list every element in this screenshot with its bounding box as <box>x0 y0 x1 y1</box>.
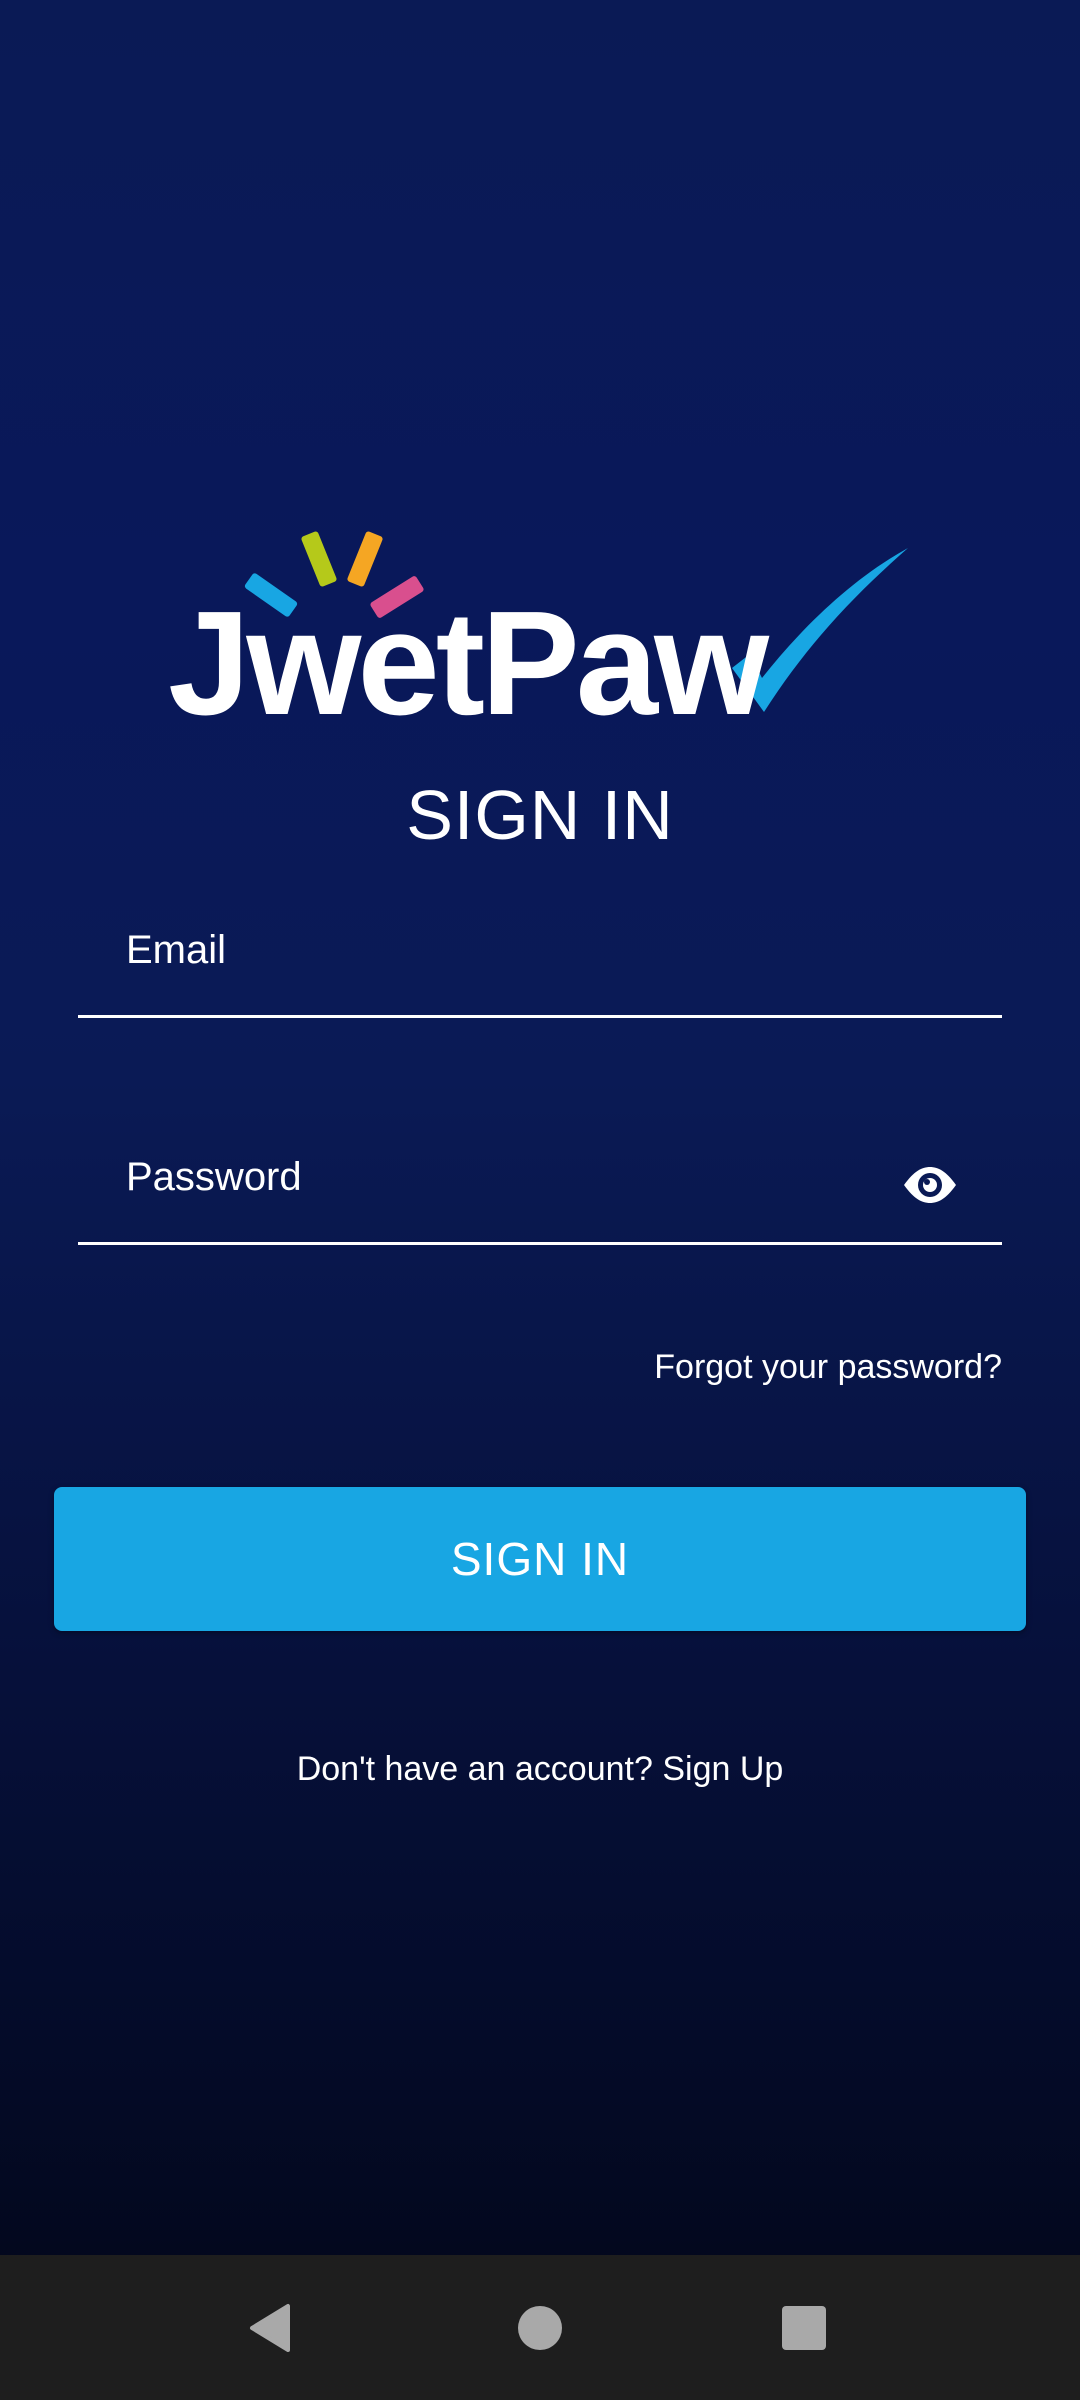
sign-in-screen: JwetPaw SIGN IN Email Password Forgot yo… <box>0 0 1080 2255</box>
eye-icon[interactable] <box>902 1157 958 1213</box>
sign-in-button[interactable]: SIGN IN <box>54 1487 1026 1631</box>
password-placeholder: Password <box>126 1155 302 1199</box>
nav-home-button[interactable] <box>480 2255 600 2400</box>
home-circle-icon <box>518 2305 562 2350</box>
password-field[interactable]: Password <box>78 1135 1002 1245</box>
system-navigation-bar <box>0 2255 1080 2400</box>
logo-wordmark: JwetPaw <box>168 581 769 746</box>
nav-back-button[interactable] <box>212 2255 332 2400</box>
forgot-password-link[interactable]: Forgot your password? <box>654 1348 1002 1387</box>
email-field[interactable]: Email <box>78 908 1002 1018</box>
recent-square-icon <box>782 2305 826 2350</box>
nav-recent-apps-button[interactable] <box>744 2255 864 2400</box>
sign-up-link[interactable]: Don't have an account? Sign Up <box>0 1750 1080 1789</box>
back-triangle-icon <box>250 2303 290 2352</box>
page-title: SIGN IN <box>406 776 674 854</box>
email-placeholder: Email <box>126 928 227 972</box>
